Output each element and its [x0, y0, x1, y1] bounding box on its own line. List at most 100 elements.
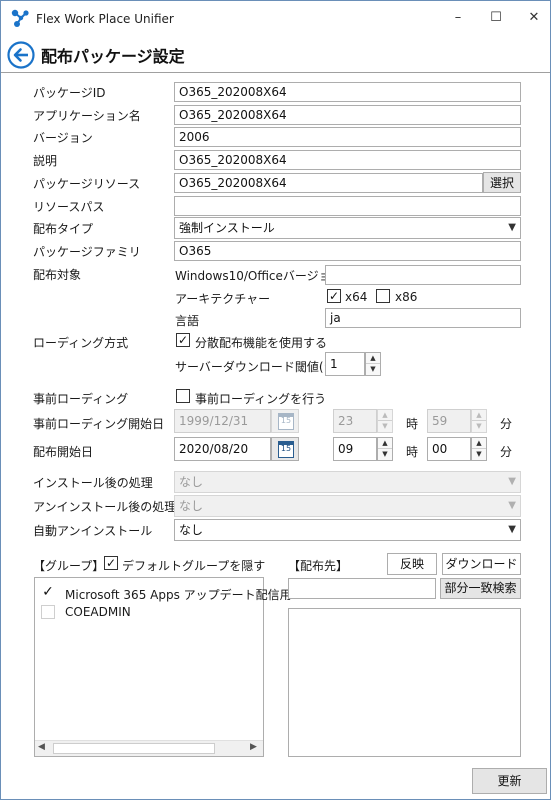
post-install-label: インストール後の処理	[33, 476, 153, 490]
threshold-input[interactable]: 1	[325, 352, 365, 376]
x86-checkbox[interactable]	[376, 289, 390, 303]
chevron-down-icon: ▼	[508, 500, 516, 511]
scrollbar-thumb[interactable]	[53, 743, 215, 754]
group-item-label: Microsoft 365 Apps アップデート配信用	[65, 588, 292, 602]
spin-down-icon[interactable]: ▼	[366, 364, 380, 375]
chevron-down-icon: ▼	[508, 222, 516, 233]
download-button[interactable]: ダウンロード	[442, 553, 521, 575]
package-resource-input[interactable]: O365_202008X64	[174, 173, 483, 193]
header-divider	[1, 72, 550, 73]
hide-default-group-checkbox[interactable]: ✓	[104, 556, 118, 570]
post-uninstall-label: アンインストール後の処理	[33, 500, 177, 514]
spin-up-icon[interactable]: ▲	[378, 438, 392, 449]
spin-up-icon[interactable]: ▲	[366, 353, 380, 364]
destination-search-input[interactable]	[288, 578, 436, 599]
groups-header: 【グループ】	[33, 559, 105, 573]
package-family-input[interactable]: O365	[174, 241, 521, 261]
package-resource-label: パッケージリソース	[33, 177, 141, 191]
distributed-label: 分散配布機能を使用する	[195, 336, 328, 350]
preload-hour-unit: 時	[406, 417, 419, 431]
dist-start-label: 配布開始日	[33, 445, 94, 459]
partial-match-search-button[interactable]: 部分一致検索	[440, 578, 521, 599]
dist-minute-spinner[interactable]: ▲ ▼	[471, 437, 487, 461]
scroll-right-icon[interactable]: ▶	[250, 742, 257, 752]
close-button[interactable]: ✕	[522, 7, 546, 29]
x64-checkbox[interactable]: ✓	[327, 289, 341, 303]
select-resource-button[interactable]: 選択	[483, 172, 521, 193]
update-button[interactable]: 更新	[472, 768, 547, 794]
app-name-label: アプリケーション名	[33, 109, 141, 123]
dist-calendar-button[interactable]: 15	[271, 437, 299, 461]
destination-list[interactable]	[288, 608, 521, 757]
dist-type-select[interactable]: 強制インストール ▼	[174, 217, 521, 239]
back-arrow-icon[interactable]	[7, 41, 35, 69]
preload-minute-spinner[interactable]: ▲ ▼	[471, 409, 487, 433]
description-label: 説明	[33, 154, 58, 168]
chevron-down-icon: ▼	[508, 476, 516, 487]
page-title: 配布パッケージ設定	[41, 47, 185, 66]
post-install-select[interactable]: なし ▼	[174, 471, 521, 493]
x64-label: x64	[345, 290, 368, 304]
group-item-label: COEADMIN	[65, 605, 131, 619]
scroll-left-icon[interactable]: ◀	[38, 742, 45, 752]
threshold-spinner[interactable]: ▲ ▼	[365, 352, 381, 376]
calendar-icon: 15	[278, 441, 294, 458]
x86-label: x86	[395, 290, 418, 304]
auto-uninstall-select[interactable]: なし ▼	[174, 519, 521, 541]
resource-path-label: リソースパス	[33, 200, 105, 214]
preload-checkbox[interactable]	[176, 389, 190, 403]
preload-minute-input[interactable]: 59	[427, 409, 471, 433]
language-input[interactable]: ja	[325, 308, 521, 328]
description-input[interactable]: O365_202008X64	[174, 150, 521, 170]
spin-down-icon[interactable]: ▼	[472, 421, 486, 432]
destinations-header: 【配布先】	[288, 559, 349, 573]
package-id-label: パッケージID	[33, 86, 106, 100]
minimize-button[interactable]: –	[446, 7, 470, 29]
dist-hour-spinner[interactable]: ▲ ▼	[377, 437, 393, 461]
title-bar: Flex Work Place Unifier – ☐ ✕	[1, 1, 550, 35]
spin-down-icon[interactable]: ▼	[378, 449, 392, 460]
preload-minute-unit: 分	[500, 417, 513, 431]
resource-path-input[interactable]	[174, 196, 521, 216]
post-uninstall-select[interactable]: なし ▼	[174, 495, 521, 517]
package-id-input[interactable]: O365_202008X64	[174, 82, 521, 102]
post-uninstall-value: なし	[179, 499, 204, 513]
group-list[interactable]: ✓ Microsoft 365 Apps アップデート配信用 COEADMIN …	[34, 577, 292, 757]
list-item[interactable]: ✓ Microsoft 365 Apps アップデート配信用	[41, 585, 292, 603]
horizontal-scrollbar[interactable]: ◀ ▶	[35, 740, 263, 756]
reflect-button[interactable]: 反映	[387, 553, 437, 575]
os-version-input[interactable]	[325, 265, 521, 285]
calendar-icon: 15	[278, 413, 294, 430]
distributed-checkbox[interactable]: ✓	[176, 333, 190, 347]
dist-type-value: 強制インストール	[179, 221, 275, 235]
app-title: Flex Work Place Unifier	[36, 12, 174, 26]
preload-hour-spinner[interactable]: ▲ ▼	[377, 409, 393, 433]
dist-minute-input[interactable]: 00	[427, 437, 471, 461]
spin-down-icon[interactable]: ▼	[472, 449, 486, 460]
post-install-value: なし	[179, 475, 204, 489]
preload-start-date[interactable]: 1999/12/31	[174, 409, 271, 433]
app-window: Flex Work Place Unifier – ☐ ✕ 配布パッケージ設定 …	[0, 0, 551, 800]
version-input[interactable]: 2006	[174, 127, 521, 147]
loading-method-label: ローディング方式	[33, 336, 129, 350]
spin-up-icon[interactable]: ▲	[378, 410, 392, 421]
package-family-label: パッケージファミリ	[33, 245, 141, 259]
preload-calendar-button[interactable]: 15	[271, 409, 299, 433]
app-name-input[interactable]: O365_202008X64	[174, 105, 521, 125]
os-version-label: Windows10/Officeバージョン	[175, 269, 343, 283]
maximize-button[interactable]: ☐	[484, 7, 508, 29]
version-label: バージョン	[33, 131, 93, 145]
spin-up-icon[interactable]: ▲	[472, 410, 486, 421]
target-label: 配布対象	[33, 268, 82, 282]
group-checkbox[interactable]	[41, 605, 55, 619]
preload-checkbox-label: 事前ローディングを行う	[195, 392, 327, 406]
auto-uninstall-label: 自動アンインストール	[33, 524, 153, 538]
dist-hour-input[interactable]: 09	[333, 437, 377, 461]
dist-start-date[interactable]: 2020/08/20	[174, 437, 271, 461]
preload-label: 事前ローディング	[33, 392, 129, 406]
preload-hour-input[interactable]: 23	[333, 409, 377, 433]
list-item[interactable]: COEADMIN	[41, 604, 256, 622]
spin-up-icon[interactable]: ▲	[472, 438, 486, 449]
spin-down-icon[interactable]: ▼	[378, 421, 392, 432]
group-checkbox[interactable]: ✓	[41, 585, 55, 600]
